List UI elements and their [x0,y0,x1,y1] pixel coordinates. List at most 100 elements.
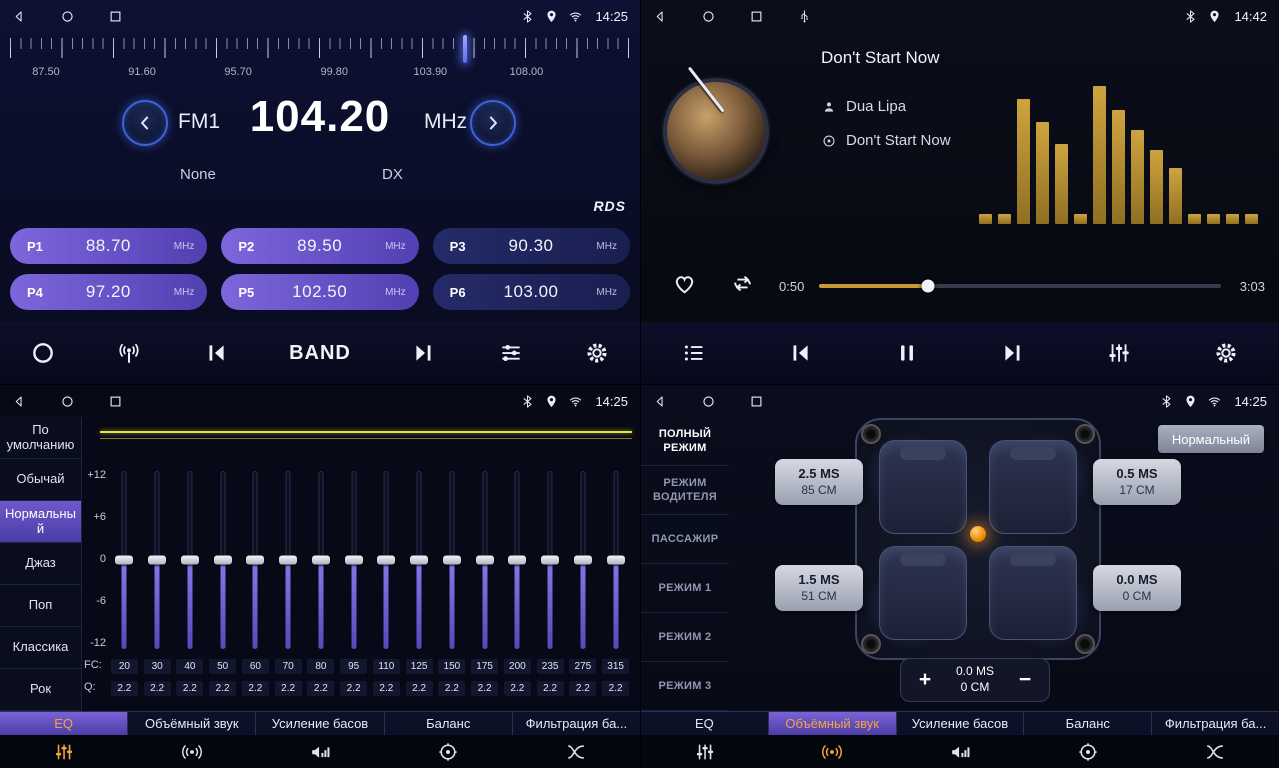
settings-icon[interactable] [584,340,610,366]
next-track-icon[interactable] [1000,340,1026,366]
delay-button-rear-left[interactable]: 1.5 MS51 CM [775,565,863,611]
eq-preset-item[interactable]: Поп [0,585,81,627]
delay-button-front-right[interactable]: 0.5 MS17 CM [1093,459,1181,505]
delay-button-front-left[interactable]: 2.5 MS85 CM [775,459,863,505]
audio-tab-4[interactable]: Фильтрация ба... [513,712,640,735]
eq-slider-knob[interactable] [607,556,625,565]
eq-band-slider[interactable] [312,471,330,649]
home-button[interactable] [701,9,716,24]
eq-slider-knob[interactable] [541,556,559,565]
eq-band-slider[interactable] [181,471,199,649]
recents-button[interactable] [749,9,764,24]
eq-band-slider[interactable] [377,471,395,649]
eq-slider-knob[interactable] [181,556,199,565]
sound-mode-item[interactable]: ПОЛНЫЙ РЕЖИМ [641,417,729,466]
audio-tab-3[interactable]: Баланс [1024,712,1152,735]
playlist-icon[interactable] [681,340,707,366]
repeat-button[interactable] [729,270,756,297]
eq-band-slider[interactable] [246,471,264,649]
sound-profile-button[interactable]: Нормальный [1158,425,1264,453]
eq-band-slider[interactable] [148,471,166,649]
eq-band-slider[interactable] [410,471,428,649]
balance-icon[interactable] [1024,741,1152,763]
delay-button-rear-right[interactable]: 0.0 MS0 CM [1093,565,1181,611]
eq-band-slider[interactable] [115,471,133,649]
balance-icon[interactable] [384,741,512,763]
equalizer-icon[interactable] [1106,340,1132,366]
eq-preset-item[interactable]: По умолчанию [0,417,81,459]
eq-band-slider[interactable] [541,471,559,649]
audio-tab-1[interactable]: Объёмный звук [128,712,256,735]
filter-icon[interactable] [512,741,640,763]
eq-band-slider[interactable] [214,471,232,649]
eq-preset-item[interactable]: Обычай [0,459,81,501]
mixer-icon[interactable] [498,340,524,366]
eq-preset-item[interactable]: Рок [0,669,81,711]
previous-track-icon[interactable] [787,340,813,366]
settings-icon[interactable] [1213,340,1239,366]
progress-bar[interactable] [819,284,1221,288]
eq-slider-knob[interactable] [279,556,297,565]
bass-boost-icon[interactable] [896,741,1024,763]
home-button[interactable] [60,394,75,409]
eq-band-slider[interactable] [345,471,363,649]
surround-icon[interactable] [128,741,256,763]
eq-slider-knob[interactable] [410,556,428,565]
eq-band-slider[interactable] [508,471,526,649]
tune-down-button[interactable] [122,100,168,146]
back-button[interactable] [653,394,668,409]
eq-preset-item[interactable]: Классика [0,627,81,669]
recents-button[interactable] [108,394,123,409]
eq-slider-knob[interactable] [574,556,592,565]
back-button[interactable] [12,394,27,409]
recents-button[interactable] [108,9,123,24]
preset-button-p5[interactable]: P5102.50MHz [221,274,418,310]
eq-band-slider[interactable] [476,471,494,649]
eq-preset-item[interactable]: Джаз [0,543,81,585]
frequency-scale[interactable]: 87.5091.6095.7099.80103.90108.00 [10,38,630,82]
bass-boost-icon[interactable] [256,741,384,763]
eq-band-slider[interactable] [279,471,297,649]
faders-icon[interactable] [0,741,128,763]
pause-icon[interactable] [894,340,920,366]
eq-slider-knob[interactable] [312,556,330,565]
surround-icon[interactable] [769,741,897,763]
audio-tab-3[interactable]: Баланс [385,712,513,735]
eq-slider-knob[interactable] [377,556,395,565]
seek-back-icon[interactable] [203,340,229,366]
listening-position-marker[interactable] [970,526,986,542]
eq-slider-knob[interactable] [148,556,166,565]
audio-tab-1[interactable]: Объёмный звук [769,712,897,735]
band-button[interactable]: BAND [289,342,351,365]
audio-tab-4[interactable]: Фильтрация ба... [1152,712,1279,735]
preset-button-p4[interactable]: P497.20MHz [10,274,207,310]
back-button[interactable] [653,9,668,24]
delay-decrease-button[interactable]: − [1014,668,1036,692]
seek-forward-icon[interactable] [411,340,437,366]
sound-mode-item[interactable]: РЕЖИМ 2 [641,613,729,662]
progress-knob[interactable] [921,280,934,293]
broadcast-icon[interactable] [116,340,142,366]
preset-button-p3[interactable]: P390.30MHz [433,228,630,264]
sound-mode-item[interactable]: РЕЖИМ 3 [641,662,729,711]
eq-slider-knob[interactable] [115,556,133,565]
eq-slider-knob[interactable] [508,556,526,565]
scan-icon[interactable] [30,340,56,366]
preset-button-p6[interactable]: P6103.00MHz [433,274,630,310]
home-button[interactable] [701,394,716,409]
sound-mode-item[interactable]: РЕЖИМ 1 [641,564,729,613]
filter-icon[interactable] [1151,741,1279,763]
sound-mode-item[interactable]: ПАССАЖИР [641,515,729,564]
recents-button[interactable] [749,394,764,409]
eq-slider-knob[interactable] [443,556,461,565]
sound-mode-item[interactable]: РЕЖИМ ВОДИТЕЛЯ [641,466,729,515]
delay-increase-button[interactable]: + [914,668,936,692]
audio-tab-0[interactable]: EQ [0,712,128,735]
eq-band-slider[interactable] [574,471,592,649]
audio-tab-2[interactable]: Усиление басов [256,712,384,735]
tune-up-button[interactable] [470,100,516,146]
eq-band-slider[interactable] [607,471,625,649]
eq-band-slider[interactable] [443,471,461,649]
preset-button-p2[interactable]: P289.50MHz [221,228,418,264]
favorite-button[interactable] [671,270,698,297]
